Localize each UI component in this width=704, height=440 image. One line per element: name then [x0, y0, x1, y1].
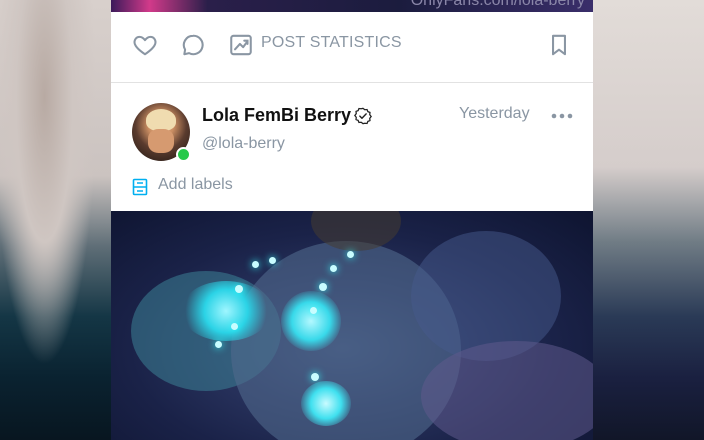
media-light-glow-center — [281, 291, 341, 351]
avatar-figure — [148, 129, 174, 153]
media-led-4 — [319, 283, 327, 291]
media-figure-arm-right — [411, 231, 561, 361]
media-led-7 — [310, 307, 317, 314]
heart-icon[interactable] — [132, 32, 158, 58]
watermark-text: OnlyFans.com/lola-berry — [410, 0, 585, 9]
author-name[interactable]: Lola FemBi Berry — [202, 105, 351, 126]
previous-post-image[interactable]: OnlyFans.com/lola-berry — [111, 0, 593, 12]
media-led-6 — [347, 251, 354, 258]
bookmark-icon[interactable] — [546, 32, 572, 58]
media-led-2 — [252, 261, 259, 268]
post-feed-card: OnlyFans.com/lola-berry POST STATISTICS … — [111, 0, 593, 440]
post-actions-bar: POST STATISTICS — [111, 12, 593, 83]
media-led-1 — [235, 285, 243, 293]
post-media-image[interactable] — [111, 211, 593, 440]
post-header: Lola FemBi Berry @lola-berry Yesterday A… — [111, 83, 593, 211]
trending-chart-icon[interactable] — [228, 32, 254, 58]
verified-badge-icon — [354, 107, 372, 125]
online-status-dot — [176, 147, 191, 162]
media-led-8 — [231, 323, 238, 330]
media-led-10 — [311, 373, 319, 381]
post-statistics-button[interactable]: POST STATISTICS — [261, 34, 402, 52]
comment-icon[interactable] — [180, 32, 206, 58]
media-light-glow-left — [181, 281, 271, 341]
background-right — [593, 0, 704, 440]
post-timestamp: Yesterday — [459, 105, 530, 122]
background-left — [0, 0, 111, 440]
author-handle[interactable]: @lola-berry — [202, 135, 285, 153]
media-led-3 — [269, 257, 276, 264]
avatar-hair — [146, 109, 176, 131]
media-led-9 — [215, 341, 222, 348]
more-dots-icon[interactable] — [551, 106, 573, 126]
add-labels-button[interactable]: Add labels — [158, 176, 233, 194]
media-light-glow-bottom — [301, 381, 351, 426]
labels-icon[interactable] — [132, 178, 148, 196]
media-led-5 — [330, 265, 337, 272]
